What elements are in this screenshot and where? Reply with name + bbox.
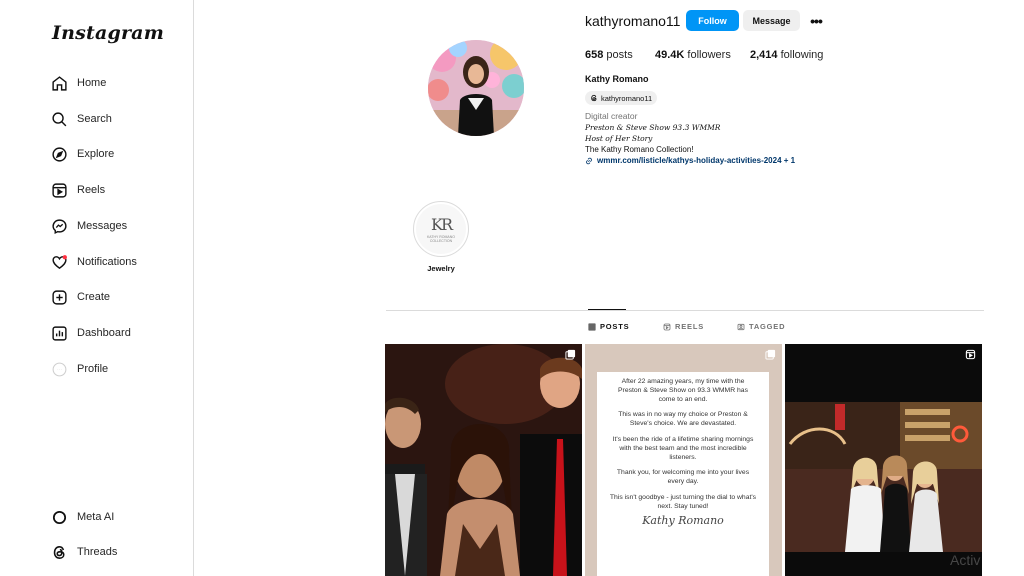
sidebar-item-label: Create (77, 291, 111, 303)
messages-icon (50, 217, 68, 235)
bio-line: Preston & Steve Show 93.3 WMMR (585, 123, 721, 132)
highlight-cover: KR KATHY ROMANO COLLECTION (416, 204, 466, 254)
post-thumbnail[interactable] (385, 344, 582, 576)
threads-handle: kathyromano11 (601, 93, 653, 103)
link-text: wmmr.com/listicle/kathys-holiday-activit… (597, 156, 796, 165)
post-thumbnail[interactable]: After 22 amazing years, my time with the… (585, 344, 782, 576)
tab-active-indicator (588, 309, 626, 310)
sidebar-item-dashboard[interactable]: Dashboard (50, 321, 131, 345)
following-count: 2,414 (750, 49, 778, 61)
tab-label: POSTS (600, 322, 630, 331)
sidebar-item-label: Home (77, 77, 107, 89)
grid-icon (588, 323, 596, 330)
sidebar-item-create[interactable]: Create (50, 285, 110, 309)
sidebar-item-notifications[interactable]: Notifications (50, 250, 137, 274)
profile-link[interactable]: wmmr.com/listicle/kathys-holiday-activit… (585, 156, 795, 165)
reels-icon (50, 181, 68, 199)
following-stat[interactable]: 2,414 following (750, 49, 823, 61)
announcement-signature: Kathy Romano (642, 513, 724, 527)
profile-category: Digital creator (585, 111, 638, 121)
followers-label: followers (687, 49, 731, 61)
announcement-paragraph: This isn't goodbye - just turning the di… (609, 493, 757, 510)
sidebar-item-reels[interactable]: Reels (50, 178, 105, 202)
activate-windows-watermark: Activ (950, 552, 981, 568)
post-image (385, 344, 582, 576)
sidebar-item-label: Explore (77, 148, 115, 160)
tab-tagged[interactable]: TAGGED (737, 322, 785, 331)
sidebar-item-label: Threads (77, 546, 118, 558)
threads-icon (50, 543, 68, 561)
sidebar-item-label: Search (77, 113, 112, 125)
tabs-divider (386, 310, 984, 311)
follow-button[interactable]: Follow (686, 10, 739, 31)
followers-count: 49.4K (655, 49, 685, 61)
sidebar-item-label: Meta AI (77, 511, 115, 523)
profile-full-name: Kathy Romano (585, 74, 649, 84)
tab-label: REELS (675, 322, 705, 331)
post-thumbnail[interactable] (785, 344, 982, 576)
sidebar: Instagram Home Search Explore Reels Mess… (0, 0, 194, 576)
bio-line: The Kathy Romano Collection! (585, 145, 694, 154)
sidebar-item-profile[interactable]: ··· Profile (50, 357, 108, 381)
highlight-caption: KATHY ROMANO COLLECTION (426, 235, 456, 243)
sidebar-item-label: Reels (77, 184, 106, 196)
threads-badge[interactable]: kathyromano11 (585, 91, 658, 105)
carousel-icon (765, 349, 776, 360)
link-icon (586, 157, 592, 164)
threads-icon (591, 94, 597, 102)
profile-icon: ··· (50, 360, 68, 378)
sidebar-item-search[interactable]: Search (50, 107, 112, 131)
announcement-text: After 22 amazing years, my time with the… (597, 372, 769, 525)
more-options-icon[interactable]: ••• (807, 10, 825, 31)
announcement-paragraph: Thank you, for welcoming me into your li… (616, 469, 750, 486)
announcement-paragraph: After 22 amazing years, my time with the… (618, 378, 748, 403)
heart-icon (50, 253, 68, 271)
profile-avatar[interactable] (428, 40, 524, 136)
posts-count: 658 (585, 49, 604, 61)
post-image (785, 344, 982, 576)
sidebar-item-home[interactable]: Home (50, 71, 106, 95)
sidebar-item-threads[interactable]: Threads (50, 540, 117, 564)
tab-reels[interactable]: REELS (663, 322, 704, 331)
sidebar-item-label: Notifications (77, 256, 137, 268)
sidebar-item-label: Dashboard (77, 327, 131, 339)
svg-text:···: ··· (57, 367, 62, 372)
announcement-card: After 22 amazing years, my time with the… (597, 372, 769, 576)
tab-posts[interactable]: POSTS (588, 322, 629, 331)
profile-username: kathyromano11 (585, 13, 681, 29)
sidebar-item-meta-ai[interactable]: Meta AI (50, 505, 114, 529)
highlight-jewelry[interactable]: KR KATHY ROMANO COLLECTION (413, 201, 469, 257)
posts-stat: 658 posts (585, 49, 633, 61)
explore-icon (50, 145, 68, 163)
message-button[interactable]: Message (743, 10, 800, 31)
posts-label: posts (606, 49, 633, 61)
instagram-logo[interactable]: Instagram (52, 22, 164, 44)
reels-icon (663, 323, 671, 330)
highlight-label: Jewelry (427, 264, 455, 273)
sidebar-item-label: Profile (77, 363, 109, 375)
carousel-icon (565, 349, 576, 360)
tagged-icon (737, 323, 745, 330)
meta-ai-icon (50, 508, 68, 526)
dashboard-icon (50, 324, 68, 342)
search-icon (50, 110, 68, 128)
create-icon (50, 288, 68, 306)
sidebar-item-explore[interactable]: Explore (50, 142, 114, 166)
home-icon (50, 74, 68, 92)
avatar-image (428, 40, 524, 136)
sidebar-item-label: Messages (77, 220, 128, 232)
highlight-mark: KR (431, 215, 453, 234)
sidebar-item-messages[interactable]: Messages (50, 214, 127, 238)
bio-line: Host of Her Story (585, 134, 653, 143)
reel-badge-icon (965, 349, 976, 360)
tab-label: TAGGED (749, 322, 786, 331)
followers-stat[interactable]: 49.4K followers (655, 49, 731, 61)
announcement-paragraph: It's been the ride of a lifetime sharing… (612, 435, 754, 461)
following-label: following (780, 49, 824, 61)
announcement-paragraph: This was in no way my choice or Preston … (618, 411, 748, 428)
